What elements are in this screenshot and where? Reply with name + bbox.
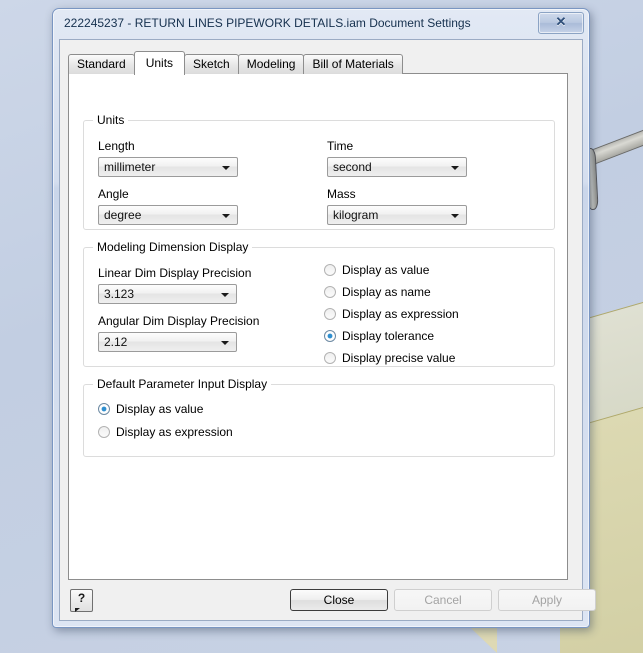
radio-display-as-expression[interactable]: Display as expression	[324, 306, 459, 322]
chevron-down-icon	[451, 214, 459, 218]
tab-units[interactable]: Units	[133, 51, 186, 75]
radio-button-icon	[324, 308, 336, 320]
radio-default-display-as-value[interactable]: Display as value	[98, 401, 203, 417]
radio-display-tolerance[interactable]: Display tolerance	[324, 328, 434, 344]
angular-dim-precision-label: Angular Dim Display Precision	[98, 314, 260, 328]
apply-button[interactable]: Apply	[498, 589, 596, 611]
chevron-down-icon	[222, 166, 230, 170]
mass-unit-combo[interactable]: kilogram	[327, 205, 467, 225]
angle-unit-combo[interactable]: degree	[98, 205, 238, 225]
radio-display-precise-value[interactable]: Display precise value	[324, 350, 455, 366]
time-unit-combo[interactable]: second	[327, 157, 467, 177]
title-bar: 222245237 - RETURN LINES PIPEWORK DETAIL…	[53, 9, 589, 39]
time-label: Time	[327, 139, 354, 153]
mass-unit-value: kilogram	[333, 208, 379, 222]
close-button[interactable]: Close	[290, 589, 388, 611]
angle-label: Angle	[98, 187, 129, 201]
units-group-title: Units	[93, 113, 129, 127]
length-unit-combo[interactable]: millimeter	[98, 157, 238, 177]
help-icon: ?	[77, 591, 86, 605]
angle-unit-value: degree	[104, 208, 142, 222]
angular-dim-precision-combo[interactable]: 2.12	[98, 332, 237, 352]
units-group: Units Length millimeter Time second Angl…	[83, 113, 555, 230]
length-label: Length	[98, 139, 135, 153]
radio-button-icon	[324, 264, 336, 276]
units-tab-panel: Units Length millimeter Time second Angl…	[68, 73, 568, 580]
radio-display-as-name-label: Display as name	[342, 285, 431, 299]
radio-display-as-expression-label: Display as expression	[342, 307, 459, 321]
help-icon-tail	[75, 608, 80, 612]
radio-default-display-as-expression-label: Display as expression	[116, 425, 233, 439]
cad-pipe-body	[589, 107, 643, 165]
linear-dim-precision-combo[interactable]: 3.123	[98, 284, 237, 304]
radio-button-selected-icon	[98, 403, 110, 415]
mass-label: Mass	[327, 187, 356, 201]
cancel-button[interactable]: Cancel	[394, 589, 492, 611]
linear-dim-precision-value: 3.123	[104, 287, 135, 301]
window-title: 222245237 - RETURN LINES PIPEWORK DETAIL…	[64, 16, 471, 30]
radio-display-precise-value-label: Display precise value	[342, 351, 456, 365]
modeling-dimension-display-group-title: Modeling Dimension Display	[93, 240, 253, 254]
radio-display-as-value-label: Display as value	[342, 263, 430, 277]
default-parameter-input-display-group-title: Default Parameter Input Display	[93, 377, 272, 391]
chevron-down-icon	[222, 214, 230, 218]
close-icon: ✕	[555, 14, 567, 29]
tab-sketch[interactable]: Sketch	[184, 54, 239, 74]
radio-button-icon	[324, 286, 336, 298]
chevron-down-icon	[221, 293, 229, 297]
dialog-client-area: Standard Units Sketch Modeling Bill of M…	[59, 39, 596, 621]
tab-strip: Standard Units Sketch Modeling Bill of M…	[68, 51, 403, 75]
radio-button-selected-icon	[324, 330, 336, 342]
chevron-down-icon	[451, 166, 459, 170]
chevron-down-icon	[221, 341, 229, 345]
radio-default-display-as-expression[interactable]: Display as expression	[98, 424, 233, 440]
close-window-button[interactable]: ✕	[538, 12, 584, 34]
angular-dim-precision-value: 2.12	[104, 335, 128, 349]
radio-display-as-value[interactable]: Display as value	[324, 262, 429, 278]
time-unit-value: second	[333, 160, 372, 174]
length-unit-value: millimeter	[104, 160, 156, 174]
radio-button-icon	[98, 426, 110, 438]
radio-default-display-as-value-label: Display as value	[116, 402, 204, 416]
radio-display-tolerance-label: Display tolerance	[342, 329, 435, 343]
linear-dim-precision-label: Linear Dim Display Precision	[98, 266, 252, 280]
tab-modeling[interactable]: Modeling	[237, 54, 305, 74]
default-parameter-input-display-group: Default Parameter Input Display Display …	[83, 377, 555, 457]
tab-standard[interactable]: Standard	[68, 54, 135, 74]
radio-button-icon	[324, 352, 336, 364]
tab-bill-of-materials[interactable]: Bill of Materials	[303, 54, 403, 74]
document-settings-dialog: 222245237 - RETURN LINES PIPEWORK DETAIL…	[52, 8, 596, 628]
radio-display-as-name[interactable]: Display as name	[324, 284, 431, 300]
modeling-dimension-display-group: Modeling Dimension Display Linear Dim Di…	[83, 240, 555, 367]
help-button[interactable]: ?	[70, 589, 93, 612]
